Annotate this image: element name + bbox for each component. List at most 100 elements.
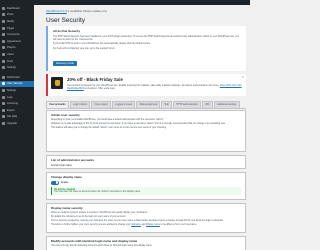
sidebar-item[interactable]: Settings <box>0 87 34 94</box>
menu-icon <box>2 52 5 56</box>
enable-toggle-row: Enable <box>51 180 241 185</box>
menu-icon <box>2 102 5 106</box>
menu-icon <box>2 33 5 37</box>
tab-bar: User accounts Login lockout Force logout Lo… <box>46 101 246 109</box>
sidebar-item-label: User Security <box>7 82 23 86</box>
display-name-section: Change display name Enable No action req… <box>46 172 246 200</box>
menu-icon <box>2 13 5 17</box>
modify-accounts-title: Modify accounts with identical login nam… <box>51 239 138 243</box>
info-notice: All-in-One Security The PHP Switch Repor… <box>46 26 246 71</box>
sidebar-item-label: Export <box>7 108 15 112</box>
tab[interactable]: HTTP authentication <box>172 101 202 108</box>
display-name-security-text-1: When you submit a post or answer a comme… <box>51 211 149 214</box>
promo-text-2: at checkout. Offer ends soon. <box>84 86 116 90</box>
menu-icon <box>2 66 5 70</box>
display-name-security-text-4: Therefore to further tighten your site's… <box>51 224 241 227</box>
sidebar-item[interactable]: Appearance <box>0 38 34 45</box>
update-link[interactable]: WordPress 6.4.3 <box>46 9 67 13</box>
sidebar-item[interactable]: Logs <box>0 94 34 101</box>
promo-text: Get premium protection for your WordPres… <box>67 84 242 90</box>
tab[interactable]: Force logout <box>91 101 111 108</box>
sidebar-item-label: Posts <box>7 13 14 17</box>
sidebar-item-label: Media <box>7 19 15 23</box>
sidebar-item-label: Dashboard <box>7 75 20 79</box>
tab[interactable]: Salt <box>161 101 172 108</box>
sidebar-item[interactable]: Get Help <box>0 114 34 121</box>
sidebar-item[interactable]: Pages <box>0 25 34 32</box>
admin-user-text-3: This feature will allow you to change th… <box>51 127 167 130</box>
tab[interactable]: User accounts <box>46 101 69 108</box>
admin-sidebar: Dashboard Posts Media Pages Comments Appearan… <box>0 5 34 250</box>
display-name-link[interactable]: Display name <box>146 224 160 226</box>
sidebar-item-label: Pages <box>7 26 15 30</box>
display-name-security-text-4c: to be different from your Username. <box>160 224 197 227</box>
menu-icon <box>2 108 5 112</box>
recovery-code-button[interactable]: Recovery Code <box>53 61 77 66</box>
sidebar-item-label: Users <box>7 52 14 56</box>
tab[interactable]: Login lockout <box>69 101 91 108</box>
display-name-security-text-3: From a security perspective, leaving you… <box>51 220 224 223</box>
sidebar-item[interactable]: Plugins <box>0 45 34 52</box>
tab[interactable]: Logged in users <box>112 101 136 108</box>
sidebar-item-label: Upgrade <box>7 121 17 125</box>
admin-user-title: Admin user security <box>51 113 80 117</box>
promo-banner: 20% off - Black Friday Sale Get premium … <box>46 74 246 96</box>
admin-accounts-section: List of administrator accounts Account l… <box>46 155 246 169</box>
sidebar-item-label: Comments <box>7 33 20 37</box>
admin-user-text-1: Depending on how you installed WordPress… <box>51 118 165 121</box>
sidebar-item[interactable]: Export <box>0 107 34 114</box>
sidebar-item-label: Tools <box>7 59 14 63</box>
sidebar-item-label: Licensing <box>7 102 18 106</box>
display-name-security-text-4b: and <box>141 224 146 227</box>
close-icon[interactable]: × <box>242 75 244 79</box>
nickname-link[interactable]: nickname <box>131 224 141 226</box>
menu-icon <box>2 39 5 43</box>
info-notice-text-2: If you'd like PHP to work in your WordPr… <box>53 42 151 45</box>
menu-icon <box>2 121 5 125</box>
sidebar-item[interactable]: Dashboard <box>0 5 34 12</box>
status-notice-text: Your site does not have an account where… <box>54 191 141 193</box>
promo-title: 20% off - Black Friday Sale <box>67 77 123 82</box>
display-name-security-section: Display name security When you submit a … <box>46 203 246 233</box>
display-name-security-text-2: By default the nickname is set to the lo… <box>51 215 127 218</box>
enable-toggle-label: Enable <box>61 181 69 184</box>
display-name-security-title: Display name security <box>51 206 83 210</box>
tab[interactable]: 2FA <box>202 101 213 108</box>
tab[interactable]: Manual approval <box>136 101 161 108</box>
sidebar-item[interactable]: Upgrade <box>0 120 34 127</box>
sidebar-item-label: Appearance <box>7 39 21 43</box>
sidebar-item[interactable]: Dashboard <box>0 74 34 81</box>
menu-icon <box>2 82 5 86</box>
status-notice: No action required Your site does not ha… <box>51 186 241 195</box>
info-notice-text-1: The PHP Switch Reports has been installe… <box>53 34 240 41</box>
sidebar-item[interactable]: Users <box>0 51 34 58</box>
menu-icon <box>2 26 5 30</box>
sidebar-item[interactable]: User Security <box>0 80 34 88</box>
modify-accounts-section: Modify accounts with identical login nam… <box>46 236 246 250</box>
menu-icon <box>2 6 5 10</box>
main-content: WordPress 6.4.3 is available! Please upd… <box>34 5 250 250</box>
menu-icon <box>2 75 5 79</box>
display-name-security-text-4a: Therefore to further tighten your site's… <box>51 224 131 227</box>
info-notice-text-3: For help with configuring your site, go … <box>53 46 116 50</box>
sidebar-item[interactable]: Licensing <box>0 100 34 107</box>
sidebar-item[interactable]: Settings <box>0 64 34 71</box>
sidebar-item[interactable]: Media <box>0 18 34 25</box>
menu-icon <box>2 19 5 23</box>
update-notice-text: is available! Please update now. <box>67 9 108 13</box>
sidebar-item[interactable]: Tools <box>0 58 34 65</box>
menu-icon <box>2 46 5 50</box>
menu-icon <box>2 115 5 119</box>
enable-toggle[interactable] <box>51 180 59 185</box>
sidebar-item-label: Settings <box>7 88 17 92</box>
account-login-label: Account login name <box>51 163 72 167</box>
admin-user-text-2: Attackers try to take advantage of this … <box>51 122 226 125</box>
sidebar-item[interactable]: Posts <box>0 12 34 19</box>
sidebar-item-label: Logs <box>7 95 13 99</box>
sidebar-item-label: Get Help <box>7 115 18 119</box>
tab[interactable]: Additional settings <box>213 101 240 108</box>
sidebar-item-label: Settings <box>7 66 17 70</box>
sidebar-item[interactable]: Comments <box>0 31 34 38</box>
menu-icon <box>2 88 5 92</box>
modify-accounts-text: Your site currently has the following ac… <box>51 244 153 247</box>
